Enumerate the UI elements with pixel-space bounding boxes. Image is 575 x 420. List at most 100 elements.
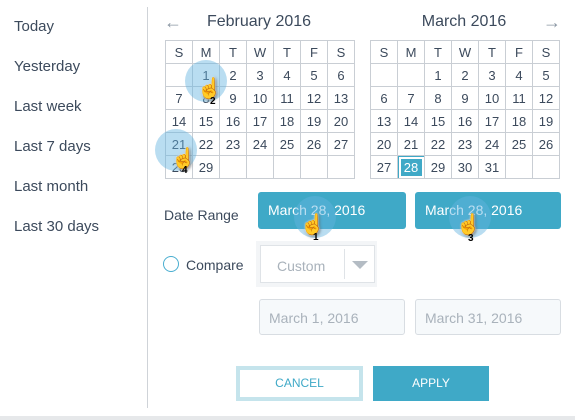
chevron-down-icon — [352, 261, 368, 269]
day-cell[interactable]: 19 — [300, 109, 328, 133]
day-cell[interactable]: 23 — [451, 132, 479, 156]
bottom-border — [0, 416, 575, 420]
weekday-label: T — [424, 40, 452, 64]
weekday-label: S — [165, 40, 193, 64]
weekday-label: W — [246, 40, 274, 64]
weekday-label: S — [370, 40, 398, 64]
compare-start-input[interactable]: March 1, 2016 — [259, 299, 405, 335]
week-row: 27 28 29 30 31 — [370, 155, 560, 179]
day-cell[interactable]: 26 — [532, 132, 560, 156]
day-cell[interactable]: 8 — [424, 86, 452, 110]
day-cell[interactable]: 20 — [327, 109, 355, 133]
day-cell[interactable]: 22 — [424, 132, 452, 156]
weekday-header: SMTWTFS — [165, 40, 355, 64]
day-cell[interactable]: 13 — [370, 109, 398, 133]
day-cell[interactable]: 5 — [300, 63, 328, 87]
week-row: 13 14 15 16 17 18 19 — [370, 109, 560, 133]
day-cell[interactable]: 10 — [246, 86, 274, 110]
day-cell[interactable]: 7 — [397, 86, 425, 110]
day-cell[interactable]: 23 — [219, 132, 247, 156]
day-cell[interactable]: 28 — [397, 155, 425, 179]
preset-last-week[interactable]: Last week — [14, 98, 82, 115]
day-cell[interactable]: 20 — [370, 132, 398, 156]
weekday-label: M — [397, 40, 425, 64]
day-cell[interactable]: 12 — [532, 86, 560, 110]
empty-cell — [532, 155, 560, 179]
day-cell[interactable]: 4 — [505, 63, 533, 87]
annotation-number: 3 — [468, 233, 474, 244]
day-cell[interactable]: 11 — [505, 86, 533, 110]
day-cell[interactable]: 5 — [532, 63, 560, 87]
preset-today[interactable]: Today — [14, 18, 54, 35]
weekday-label: F — [300, 40, 328, 64]
empty-cell — [505, 155, 533, 179]
day-cell[interactable]: 18 — [505, 109, 533, 133]
day-cell[interactable]: 6 — [327, 63, 355, 87]
day-cell[interactable]: 31 — [478, 155, 506, 179]
week-row: 6 7 8 9 10 11 12 — [370, 86, 560, 110]
annotation-number: 4 — [182, 165, 188, 176]
day-cell[interactable]: 4 — [273, 63, 301, 87]
empty-cell — [370, 63, 398, 87]
day-cell[interactable]: 6 — [370, 86, 398, 110]
day-cell[interactable]: 29 — [192, 155, 220, 179]
week-row: 14 15 16 17 18 19 20 — [165, 109, 355, 133]
empty-cell — [273, 155, 301, 179]
day-cell[interactable]: 17 — [246, 109, 274, 133]
weekday-label: T — [478, 40, 506, 64]
preset-last-30-days[interactable]: Last 30 days — [14, 218, 99, 235]
compare-select-value: Custom — [277, 258, 326, 274]
day-cell[interactable]: 24 — [478, 132, 506, 156]
weekday-label: T — [273, 40, 301, 64]
apply-button[interactable]: APPLY — [373, 366, 489, 401]
compare-end-input[interactable]: March 31, 2016 — [415, 299, 561, 335]
day-cell[interactable]: 2 — [451, 63, 479, 87]
date-range-label: Date Range — [164, 207, 239, 223]
day-cell[interactable]: 14 — [397, 109, 425, 133]
day-cell[interactable]: 15 — [192, 109, 220, 133]
day-cell[interactable]: 16 — [451, 109, 479, 133]
day-cell[interactable]: 29 — [424, 155, 452, 179]
annotation-number: 1 — [313, 232, 319, 243]
day-cell[interactable]: 17 — [478, 109, 506, 133]
day-cell[interactable]: 12 — [300, 86, 328, 110]
day-cell[interactable]: 27 — [327, 132, 355, 156]
month-title-march: March 2016 — [421, 13, 507, 30]
compare-select[interactable]: Custom — [260, 245, 375, 283]
preset-last-month[interactable]: Last month — [14, 178, 88, 195]
preset-last-7-days[interactable]: Last 7 days — [14, 138, 91, 155]
day-cell[interactable]: 13 — [327, 86, 355, 110]
day-cell[interactable]: 11 — [273, 86, 301, 110]
calendar-march: S M T W T F S 1 2 3 4 5 6 7 8 9 10 11 12 13 14 15 16 17 18 19 20 21… — [370, 40, 560, 179]
day-cell[interactable]: 9 — [451, 86, 479, 110]
empty-cell — [300, 155, 328, 179]
cancel-button[interactable]: CANCEL — [236, 366, 363, 401]
day-cell[interactable]: 30 — [451, 155, 479, 179]
day-cell[interactable]: 16 — [219, 109, 247, 133]
divider — [147, 7, 148, 408]
day-cell[interactable]: 18 — [273, 109, 301, 133]
day-cell[interactable]: 15 — [424, 109, 452, 133]
weekday-label: T — [219, 40, 247, 64]
day-cell[interactable]: 3 — [478, 63, 506, 87]
day-cell[interactable]: 21 — [397, 132, 425, 156]
day-cell[interactable]: 10 — [478, 86, 506, 110]
day-cell[interactable]: 27 — [370, 155, 398, 179]
day-cell[interactable]: 1 — [424, 63, 452, 87]
compare-label: Compare — [186, 257, 244, 273]
compare-radio[interactable] — [163, 256, 179, 272]
day-cell[interactable]: 26 — [300, 132, 328, 156]
day-cell[interactable]: 25 — [505, 132, 533, 156]
day-cell[interactable]: 25 — [273, 132, 301, 156]
week-row: 12345 — [370, 63, 560, 87]
week-row: 20 21 22 23 24 25 26 — [370, 132, 560, 156]
empty-cell — [327, 155, 355, 179]
weekday-label: S — [327, 40, 355, 64]
weekday-label: W — [451, 40, 479, 64]
preset-yesterday[interactable]: Yesterday — [14, 58, 80, 75]
select-separator — [344, 249, 345, 279]
day-cell[interactable]: 24 — [246, 132, 274, 156]
day-cell[interactable]: 19 — [532, 109, 560, 133]
day-cell[interactable]: 3 — [246, 63, 274, 87]
empty-cell — [219, 155, 247, 179]
